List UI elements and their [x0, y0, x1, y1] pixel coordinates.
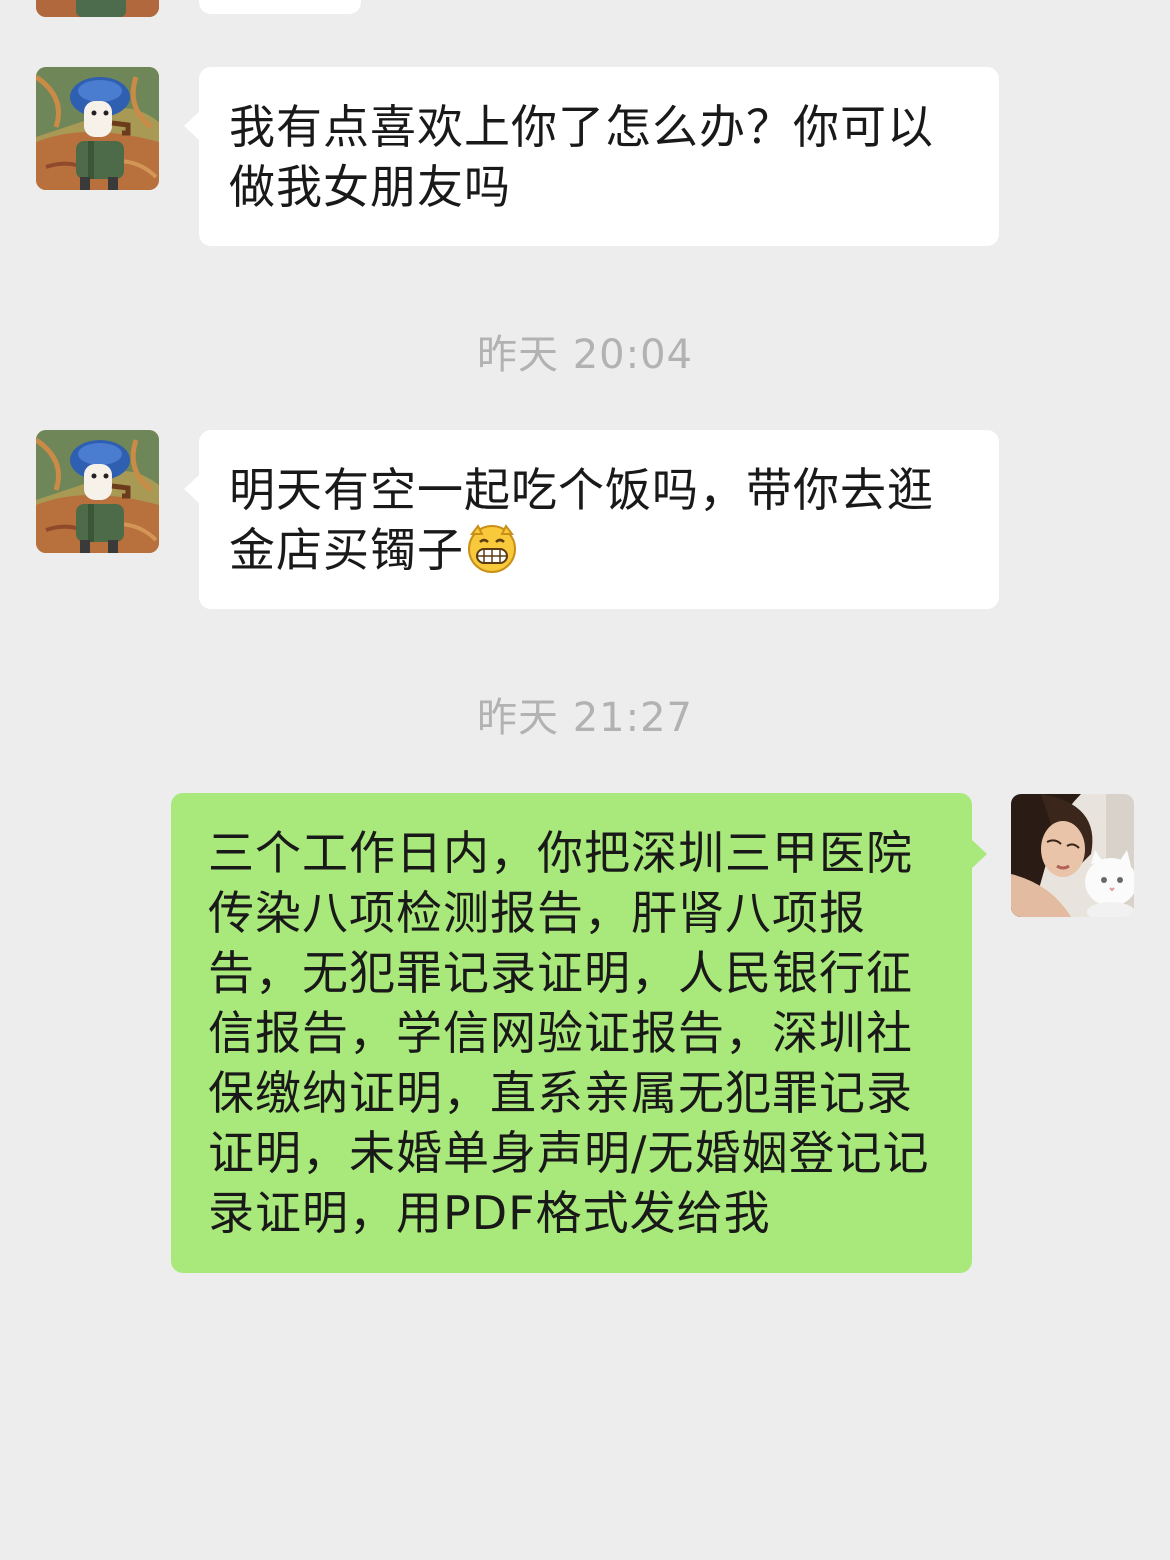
incoming-message-bubble[interactable]: 明天有空一起吃个饭吗，带你去逛金店买镯子: [184, 430, 999, 609]
bubble-tail: [184, 474, 200, 504]
outgoing-message-bubble[interactable]: 三个工作日内，你把深圳三甲医院传染八项检测报告，肝肾八项报告，无犯罪记录证明，人…: [171, 793, 987, 1273]
message-text: 明天有空一起吃个饭吗，带你去逛金店买镯子: [229, 460, 965, 580]
cartoon-man-avatar-icon: [36, 430, 159, 553]
self-avatar[interactable]: [1011, 794, 1134, 917]
message-text: 我有点喜欢上你了怎么办？你可以做我女朋友吗: [229, 100, 934, 214]
message-timestamp: 昨天 21:27: [477, 695, 693, 741]
contact-avatar[interactable]: [36, 0, 159, 17]
message-text: 三个工作日内，你把深圳三甲医院传染八项检测报告，肝肾八项报告，无犯罪记录证明，人…: [208, 826, 930, 1240]
bubble-tail: [971, 839, 987, 869]
cartoon-man-avatar-icon: [36, 0, 159, 17]
bubble-tail: [184, 111, 200, 141]
message-text-content: 明天有空一起吃个饭吗，带你去逛金店买镯子: [229, 463, 934, 577]
message-timestamp: 昨天 20:04: [477, 332, 693, 378]
cartoon-man-avatar-icon: [36, 67, 159, 190]
chat-window: 我有点喜欢上你了怎么办？你可以做我女朋友吗 昨天 20:04 明天有空一起吃个饭: [0, 0, 1170, 1560]
woman-with-cat-avatar-icon: [1011, 794, 1134, 917]
incoming-message-bubble[interactable]: 我有点喜欢上你了怎么办？你可以做我女朋友吗: [184, 67, 999, 246]
grinning-face-emoji-icon: [466, 522, 518, 574]
contact-avatar[interactable]: [36, 430, 159, 553]
contact-avatar[interactable]: [36, 67, 159, 190]
message-bubble-partial[interactable]: [199, 0, 361, 14]
